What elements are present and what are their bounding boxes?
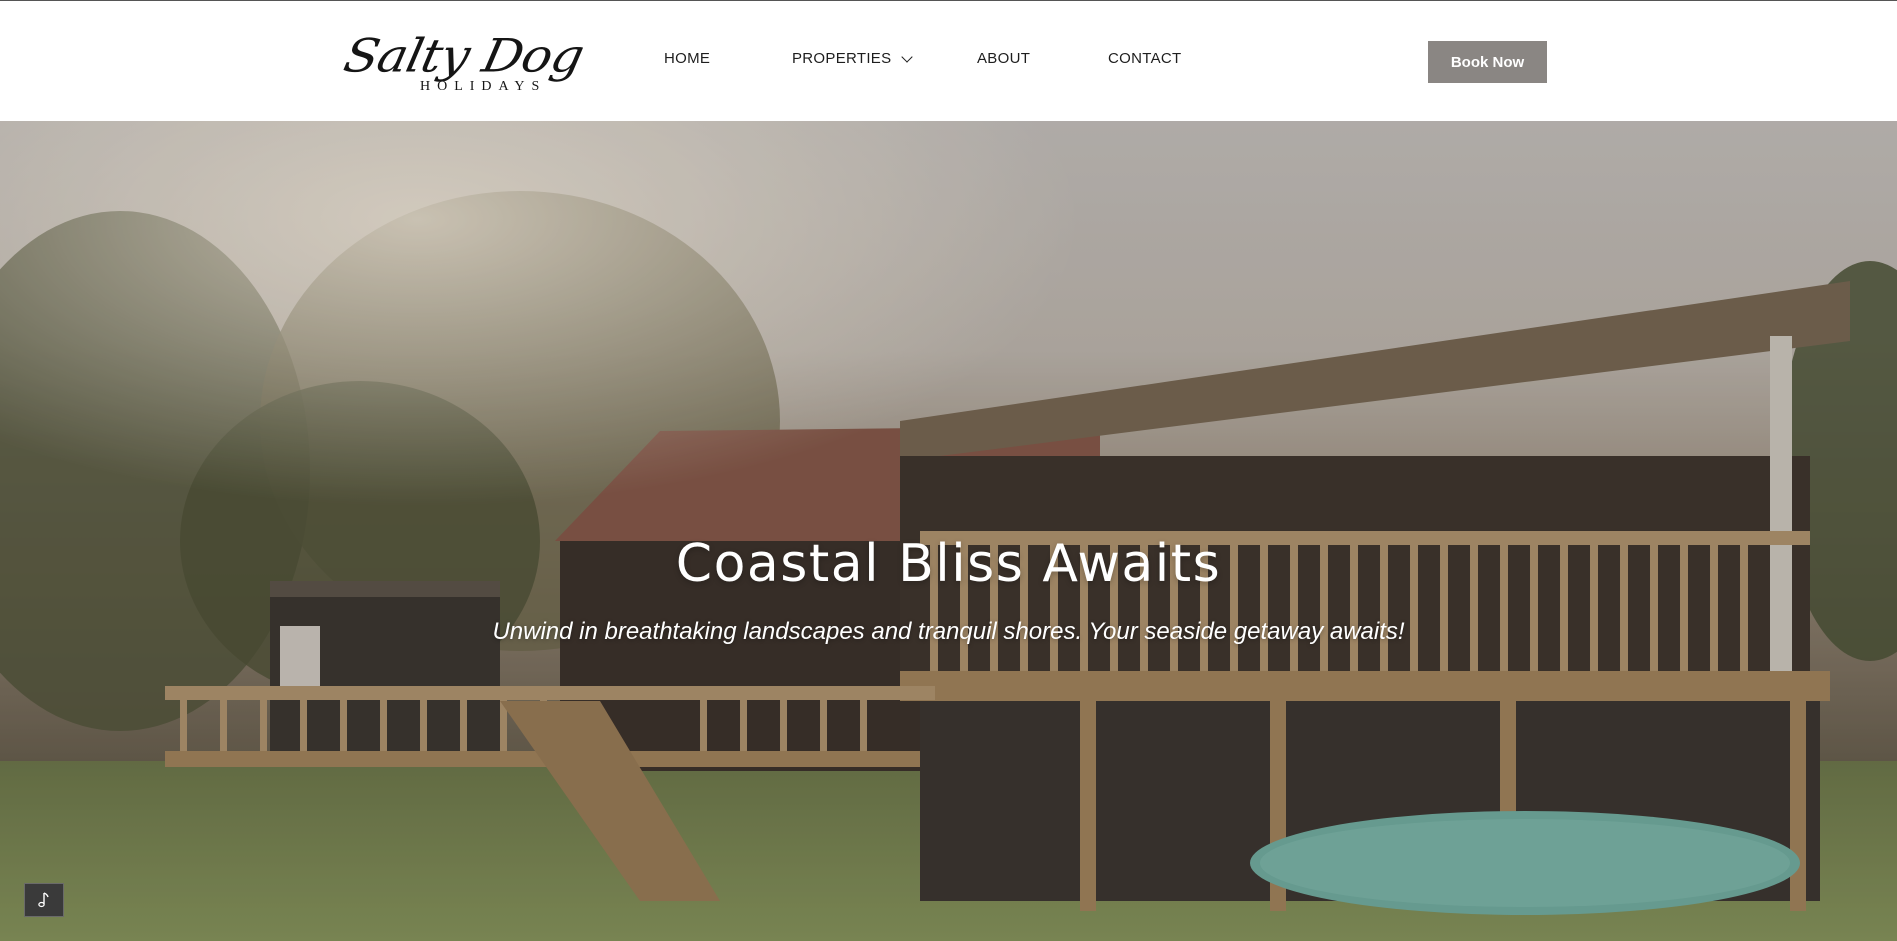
nav-about-label: ABOUT bbox=[977, 50, 1031, 67]
music-note-icon bbox=[38, 892, 49, 908]
site-header: Salty Dog HOLIDAYS HOME PROPERTIES ABOUT… bbox=[0, 1, 1897, 121]
book-now-button[interactable]: Book Now bbox=[1428, 41, 1547, 83]
hero-section: Coastal Bliss Awaits Unwind in breathtak… bbox=[0, 121, 1897, 941]
nav-contact[interactable]: CONTACT bbox=[1108, 50, 1181, 67]
logo-subtitle: HOLIDAYS bbox=[420, 79, 547, 94]
nav-properties[interactable]: PROPERTIES bbox=[792, 50, 914, 67]
music-toggle-button[interactable] bbox=[24, 883, 64, 917]
chevron-down-icon bbox=[901, 50, 914, 63]
nav-properties-label: PROPERTIES bbox=[792, 50, 892, 67]
nav-home-label: HOME bbox=[664, 50, 711, 67]
nav-home[interactable]: HOME bbox=[664, 50, 710, 67]
hero-title: Coastal Bliss Awaits bbox=[675, 534, 1222, 594]
hero-subtitle: Unwind in breathtaking landscapes and tr… bbox=[492, 618, 1405, 645]
nav-about[interactable]: ABOUT bbox=[977, 50, 1030, 67]
hero-overlay bbox=[0, 121, 1897, 941]
nav-contact-label: CONTACT bbox=[1108, 50, 1182, 67]
main-nav: HOME PROPERTIES ABOUT CONTACT bbox=[0, 50, 1897, 74]
